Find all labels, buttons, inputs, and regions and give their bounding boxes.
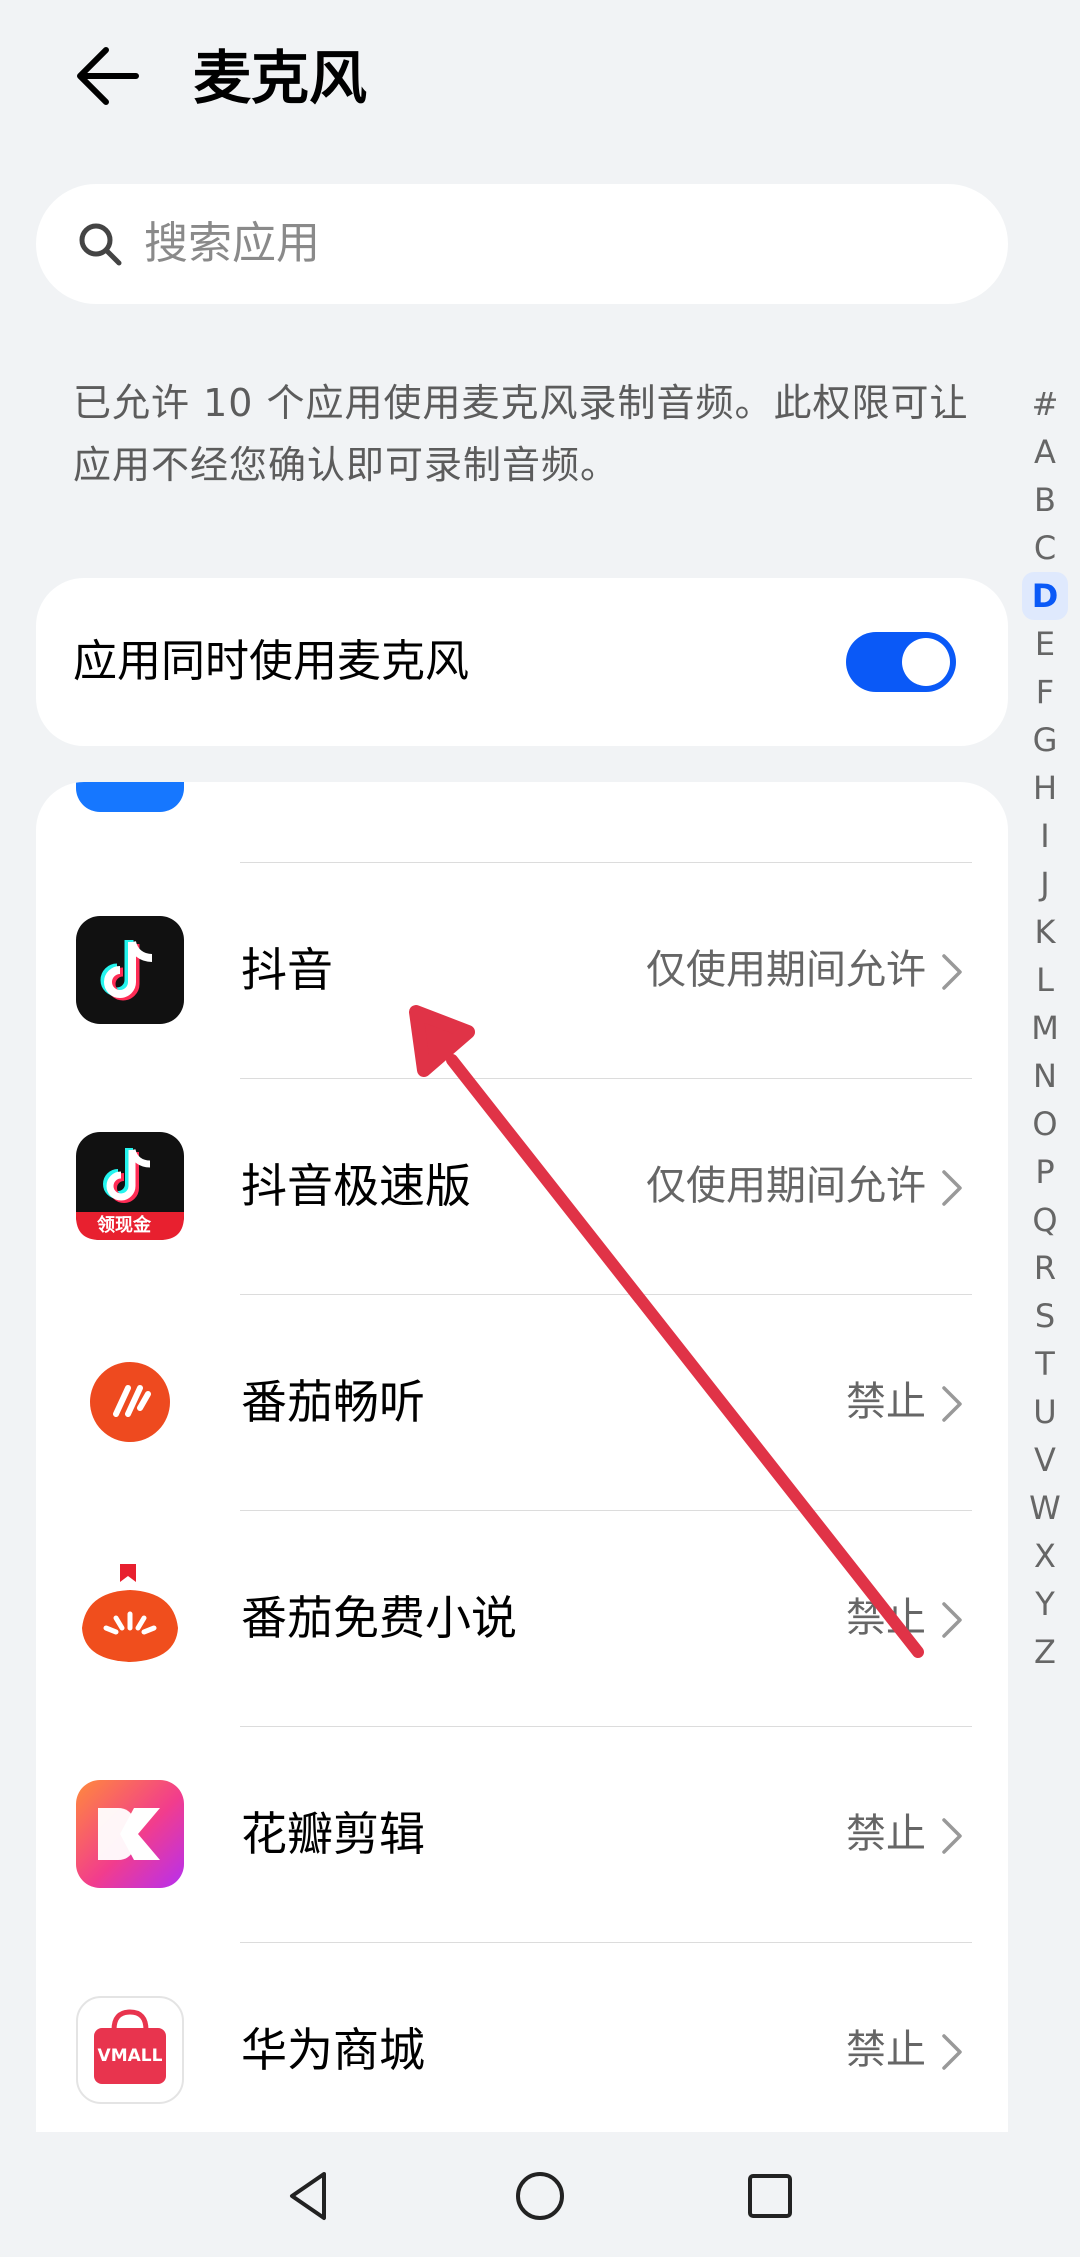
app-status: 仅使用期间允许 [646,947,926,993]
list-item[interactable]: VMALL 华为商城 禁止 [36,1942,1008,2132]
index-letter[interactable]: C [1022,524,1068,572]
index-letter[interactable]: Z [1022,1628,1068,1676]
fanqie-novel-icon [82,1564,178,1662]
app-name: 华为商城 [241,2023,425,2077]
app-name: 抖音 [241,943,333,997]
index-letter[interactable]: D [1022,572,1068,620]
header: 麦克风 [0,0,1080,160]
nav-home-icon[interactable] [510,2166,570,2226]
chevron-right-icon [942,954,962,990]
index-letter[interactable]: E [1022,620,1068,668]
index-letter[interactable]: # [1022,380,1068,428]
index-letter[interactable]: R [1022,1244,1068,1292]
douyin-lite-icon: 领现金 [76,1132,184,1240]
list-item[interactable]: 番茄畅听 禁止 [36,1294,1008,1510]
index-letter[interactable]: H [1022,764,1068,812]
index-letter[interactable]: N [1022,1052,1068,1100]
index-letter[interactable]: K [1022,908,1068,956]
index-letter[interactable]: G [1022,716,1068,764]
petal-clip-icon [76,1780,184,1888]
list-item[interactable]: 花瓣剪辑 禁止 [36,1726,1008,1942]
app-name: 抖音极速版 [241,1159,471,1213]
concurrent-mic-card: 应用同时使用麦克风 [36,578,1008,746]
permission-description: 已允许 10 个应用使用麦克风录制音频。此权限可让应用不经您确认即可录制音频。 [73,381,969,487]
vmall-icon-text: VMALL [97,2046,163,2066]
index-letter[interactable]: W [1022,1484,1068,1532]
nav-recents-icon[interactable] [740,2166,800,2226]
chevron-right-icon [942,1170,962,1206]
index-letter[interactable]: Y [1022,1580,1068,1628]
chevron-right-icon [942,1386,962,1422]
concurrent-mic-label: 应用同时使用麦克风 [73,636,469,687]
app-name: 花瓣剪辑 [241,1807,425,1861]
index-letter[interactable]: A [1022,428,1068,476]
app-name: 番茄畅听 [241,1375,425,1429]
app-list: 抖音 仅使用期间允许 领现金 抖音极速版 仅使用期间允许 番茄畅听 禁止 番茄免… [36,782,1008,2132]
list-item[interactable]: 抖音 仅使用期间允许 [36,862,1008,1078]
app-status: 禁止 [846,1811,926,1857]
list-item[interactable]: 领现金 抖音极速版 仅使用期间允许 [36,1078,1008,1294]
vmall-icon: VMALL [76,1996,184,2104]
index-letter[interactable]: U [1022,1388,1068,1436]
chevron-right-icon [942,1602,962,1638]
index-letter[interactable]: P [1022,1148,1068,1196]
index-letter[interactable]: F [1022,668,1068,716]
concurrent-mic-toggle[interactable] [846,632,956,692]
index-letter[interactable]: S [1022,1292,1068,1340]
chevron-right-icon [942,2034,962,2070]
index-letter[interactable]: Q [1022,1196,1068,1244]
index-letter[interactable]: L [1022,956,1068,1004]
index-letter[interactable]: T [1022,1340,1068,1388]
chevron-right-icon [942,1818,962,1854]
index-letter[interactable]: V [1022,1436,1068,1484]
index-letter[interactable]: O [1022,1100,1068,1148]
search-icon [79,223,122,266]
search-bar[interactable]: 搜索应用 [36,184,1008,304]
app-status: 禁止 [846,1595,926,1641]
index-letter[interactable]: B [1022,476,1068,524]
page-title: 麦克风 [193,44,368,112]
navigation-bar [0,2132,1080,2257]
index-letter[interactable]: J [1022,860,1068,908]
partial-app-icon [76,782,184,812]
back-arrow-icon[interactable] [70,36,150,116]
douyin-lite-badge: 领现金 [97,1215,151,1236]
index-letter[interactable]: I [1022,812,1068,860]
nav-back-icon[interactable] [280,2166,340,2226]
list-item[interactable]: 番茄免费小说 禁止 [36,1510,1008,1726]
app-status: 禁止 [846,1379,926,1425]
app-status: 禁止 [846,2027,926,2073]
app-status: 仅使用期间允许 [646,1163,926,1209]
fanqie-listen-icon [90,1362,170,1442]
alphabet-index[interactable]: # A B C D E F G H I J K L M N O P Q R S T U V W X Y Z [1022,380,1068,1676]
app-name: 番茄免费小说 [241,1591,517,1645]
toggle-knob [902,638,950,686]
douyin-icon [76,916,184,1024]
index-letter[interactable]: X [1022,1532,1068,1580]
search-input[interactable]: 搜索应用 [144,212,320,276]
index-letter[interactable]: M [1022,1004,1068,1052]
